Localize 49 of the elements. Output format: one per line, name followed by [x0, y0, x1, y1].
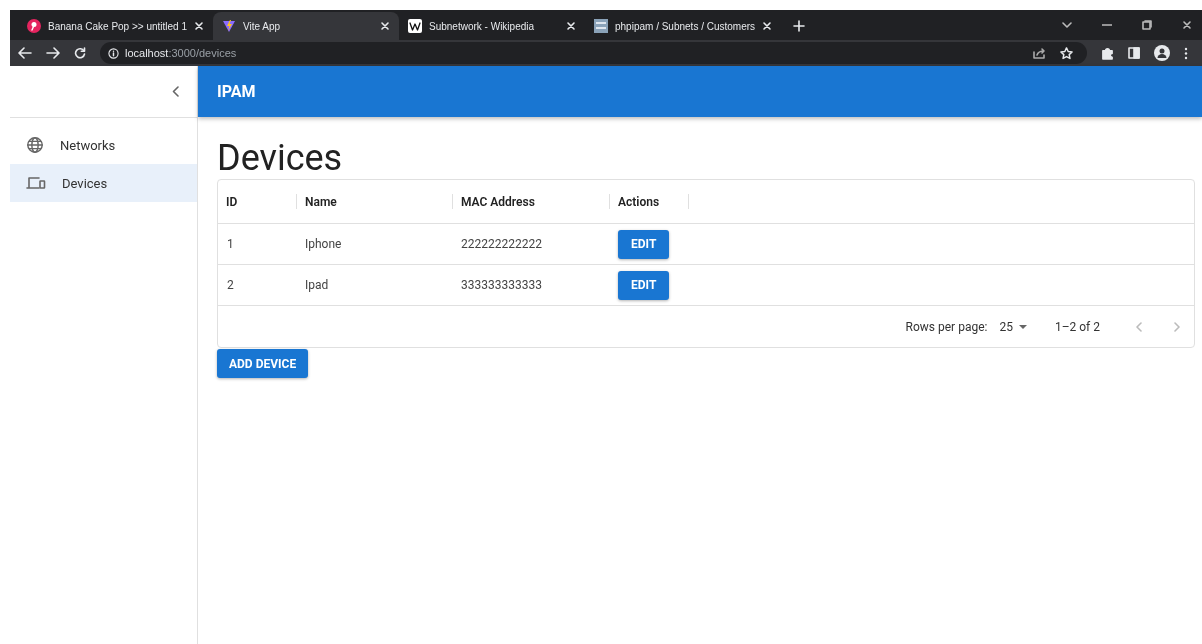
column-header[interactable]: Actions: [618, 194, 660, 209]
app-title: IPAM: [217, 82, 256, 101]
chevron-left-icon[interactable]: [172, 86, 179, 97]
table-cell: 333333333333: [461, 278, 542, 292]
w-icon: [408, 19, 422, 33]
table-cell: Ipad: [305, 278, 329, 292]
sidebar-item[interactable]: Networks: [10, 126, 197, 164]
star-icon[interactable]: [1060, 46, 1073, 60]
share-icon[interactable]: [1033, 47, 1046, 59]
edit-button[interactable]: EDIT: [618, 270, 670, 300]
side-panel-icon[interactable]: [1128, 47, 1140, 59]
column-header[interactable]: MAC Address: [461, 194, 535, 209]
menu-icon[interactable]: [1184, 46, 1188, 60]
edit-button[interactable]: EDIT: [618, 229, 670, 259]
add-device-button[interactable]: ADD DEVICE: [217, 349, 309, 378]
table-cell: Iphone: [305, 237, 342, 251]
url-text: localhost:3000/devices: [125, 47, 237, 59]
column-header[interactable]: Name: [305, 194, 337, 209]
reload-icon[interactable]: [74, 47, 86, 59]
globe-icon: [26, 136, 44, 154]
table-cell: 2: [227, 278, 234, 292]
puzzle-icon[interactable]: [1101, 46, 1114, 60]
browser-tab[interactable]: Banana Cake Pop >> untitled 1: [18, 12, 213, 40]
rows-per-page-select[interactable]: 25: [999, 319, 1027, 334]
column-header[interactable]: ID: [226, 194, 238, 209]
lightning-icon: [222, 19, 236, 33]
restore-icon[interactable]: [1142, 20, 1152, 30]
info-icon: [108, 47, 119, 59]
table-cell: 222222222222: [461, 237, 542, 251]
page-range: 1–2 of 2: [1054, 319, 1100, 334]
close-icon[interactable]: [1182, 20, 1192, 30]
table-cell: 1: [227, 237, 234, 251]
forward-icon[interactable]: [46, 47, 60, 59]
address-bar[interactable]: localhost:3000/devices: [100, 42, 1087, 64]
back-icon[interactable]: [18, 47, 32, 59]
chevron-down-icon[interactable]: [1062, 22, 1072, 28]
profile-icon[interactable]: [1154, 45, 1170, 61]
pin-icon: [27, 19, 41, 33]
browser-tab[interactable]: Subnetwork - Wikipedia: [399, 12, 585, 40]
plus-icon[interactable]: [793, 20, 806, 32]
browser-tab[interactable]: phpipam / Subnets / Customers: [585, 12, 782, 40]
page-title: Devices: [217, 137, 344, 179]
devices-icon: [26, 175, 46, 191]
browser-tab[interactable]: Vite App: [213, 12, 399, 40]
sidebar-item[interactable]: Devices: [10, 164, 197, 202]
rows-per-page-label: Rows per page:: [905, 319, 988, 334]
dropdown-arrow-icon[interactable]: [1018, 324, 1027, 329]
close-icon[interactable]: [762, 21, 773, 31]
site-icon: [594, 19, 608, 33]
